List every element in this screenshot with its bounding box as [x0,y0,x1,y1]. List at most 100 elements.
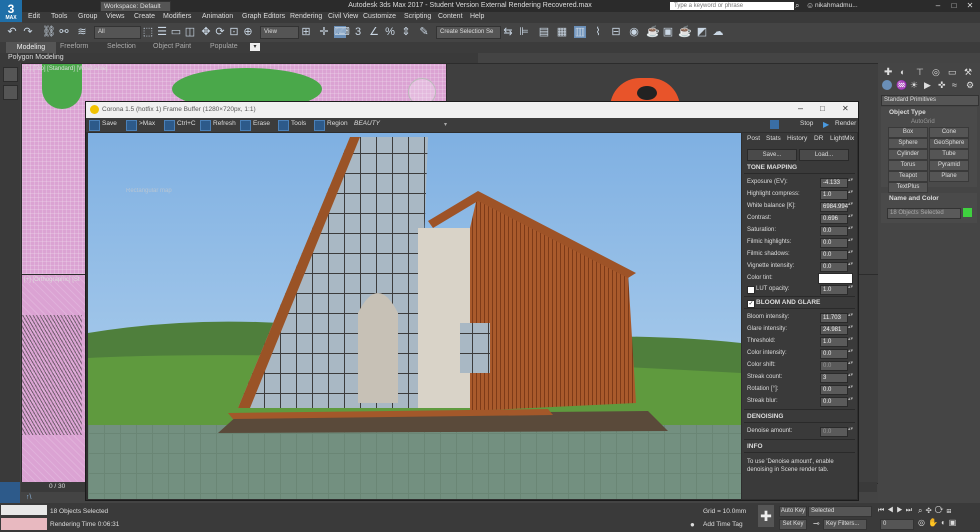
render-setup-icon[interactable]: ☕ [646,26,660,38]
rendered-image[interactable]: Rectangular map [88,133,741,499]
channel-dropdown-arrow[interactable]: ▾ [444,121,447,128]
maxscript-listener[interactable] [1,505,47,515]
cone-button[interactable]: Cone [929,127,969,138]
viewport-nav-icons-2[interactable]: ◎✋◐▣ [918,518,959,527]
exposure-field[interactable]: -4.133 [820,178,848,188]
tube-button[interactable]: Tube [929,149,969,160]
cylinder-button[interactable]: Cylinder [888,149,928,160]
geometry-icon[interactable] [882,80,892,90]
render-channel-dropdown[interactable]: BEAUTY [354,120,450,127]
viewport-label[interactable]: [+] [Top] [Standard] [Wireframe] [24,66,108,72]
color-shift-field[interactable]: 0.0 [820,361,848,371]
viewport-label[interactable]: [+] [Orthographic] [St [24,277,80,283]
close-button[interactable]: ✕ [962,0,978,12]
highlight-compress-field[interactable]: 1.0 [820,190,848,200]
menu-scripting[interactable]: Scripting [404,13,431,20]
bloom-intensity-field[interactable]: 11.703 [820,313,848,323]
spinner-icon[interactable]: ▴▾ [848,325,853,333]
percent-snap-icon[interactable]: % [384,26,396,38]
material-editor-icon[interactable]: ◉ [628,26,640,38]
tab-modeling[interactable]: Modeling [6,42,56,53]
tools-button[interactable]: Tools [291,120,306,127]
modify-tab-icon[interactable]: ◐ [900,67,905,77]
select-by-name-icon[interactable]: ☰ [156,26,168,38]
info-header[interactable]: INFO [747,443,763,450]
menu-customize[interactable]: Customize [363,13,396,20]
maxscript-output[interactable] [1,518,47,530]
textplus-button[interactable]: TextPlus [888,182,928,193]
polygon-modeling-panel[interactable]: Polygon Modeling [0,53,478,63]
rotation-field[interactable]: 0.0 [820,385,848,395]
placement-icon[interactable]: ⊕ [242,26,254,38]
menu-animation[interactable]: Animation [202,13,233,20]
set-key-button[interactable]: Set Key [779,519,807,530]
select-manipulate-icon[interactable]: ✛ [318,26,330,38]
menu-help[interactable]: Help [470,13,484,20]
object-color-swatch[interactable] [963,208,972,217]
vignette-intensity-field[interactable]: 0.0 [820,262,848,272]
spinner-icon[interactable]: ▴▾ [848,226,853,234]
help-search-icon[interactable]: ⌕ [795,1,799,11]
spinner-icon[interactable]: ▴▾ [848,262,853,270]
lut-opacity-field[interactable]: 1.0 [820,285,848,295]
erase-button[interactable]: Erase [253,120,270,127]
utilities-tab-icon[interactable]: ⚒ [964,67,972,78]
spinner-icon[interactable]: ▴▾ [848,385,853,393]
menu-graph-editors[interactable]: Graph Editors [242,13,285,20]
rendered-frame-window-icon[interactable]: ▣ [662,26,674,38]
menu-group[interactable]: Group [78,13,97,20]
streak-count-field[interactable]: 3 [820,373,848,383]
spinner-snap-icon[interactable]: ⇕ [400,26,412,38]
tab-selection[interactable]: Selection [107,43,136,50]
maximize-button[interactable]: □ [946,0,962,12]
region-icon[interactable] [314,120,325,131]
hierarchy-tab-icon[interactable]: ⊤ [916,67,924,78]
tab-dr[interactable]: DR [814,135,823,142]
unlink-icon[interactable]: ⚯ [58,26,70,38]
white-balance-field[interactable]: 6984.994 [820,202,848,212]
mini-curve-editor-icon[interactable] [0,482,20,503]
lights-icon[interactable]: ☀ [910,80,918,91]
spinner-icon[interactable]: ▴▾ [848,427,853,435]
viewport-nav-icons[interactable]: ⌕✥⟳⊞ [918,506,954,516]
fb-minimize-button[interactable]: – [798,103,803,113]
add-time-tag-button[interactable]: Add Time Tag [703,521,743,528]
geosphere-button[interactable]: GeoSphere [929,138,969,149]
menu-rendering[interactable]: Rendering [290,13,322,20]
color-intensity-field[interactable]: 0.0 [820,349,848,359]
sphere-button[interactable]: Sphere [888,138,928,149]
erase-icon[interactable] [240,120,251,131]
spinner-icon[interactable]: ▴▾ [848,250,853,258]
tone-mapping-header[interactable]: TONE MAPPING [747,164,797,171]
app-logo[interactable]: 3 MAX [0,0,22,22]
spinner-icon[interactable]: ▴▾ [848,178,853,186]
curve-editor-icon[interactable]: ⌇ [592,26,604,38]
mirror-icon[interactable]: ⇆ [502,26,514,38]
create-tab-icon[interactable]: ✚ [884,67,892,78]
render-play-icon[interactable]: ▶ [823,120,829,129]
primitive-type-dropdown[interactable]: Standard Primitives [881,95,979,106]
plane-button[interactable]: Plane [929,171,969,182]
tab-populate[interactable]: Populate [210,43,238,50]
menu-create[interactable]: Create [134,13,155,20]
filmic-highlights-field[interactable]: 0.0 [820,238,848,248]
menu-tools[interactable]: Tools [51,13,67,20]
torus-button[interactable]: Torus [888,160,928,171]
lut-checkbox[interactable] [747,286,755,294]
systems-icon[interactable]: ⚙ [966,80,974,91]
playback-controls[interactable]: ⏮◀▶⏭ [878,507,915,515]
pyramid-button[interactable]: Pyramid [929,160,969,171]
saturation-field[interactable]: 0.0 [820,226,848,236]
tab-object-paint[interactable]: Object Paint [153,43,191,50]
motion-tab-icon[interactable]: ◎ [932,67,940,78]
denoising-header[interactable]: DENOISING [747,413,783,420]
filmic-shadows-field[interactable]: 0.0 [820,250,848,260]
rectangular-selection-icon[interactable]: ▭ [170,26,182,38]
tab-post[interactable]: Post [747,135,760,142]
menu-content[interactable]: Content [438,13,463,20]
refresh-button[interactable]: Refresh [213,120,236,127]
fb-maximize-button[interactable]: □ [820,104,825,113]
name-color-header[interactable]: Name and Color [889,195,939,202]
key-mode-dropdown[interactable]: Selected [808,506,872,517]
key-filter-icon[interactable]: ⊸ [813,519,820,528]
